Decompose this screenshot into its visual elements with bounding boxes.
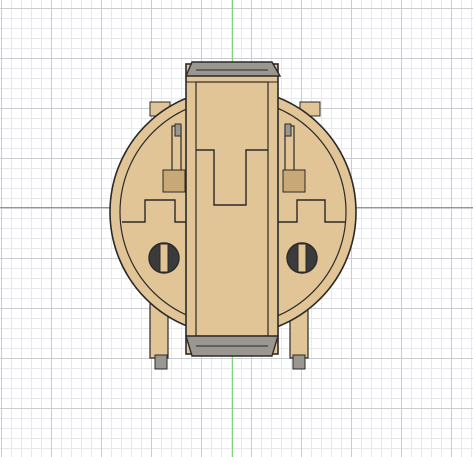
bottom-cap[interactable]	[185, 335, 279, 357]
left-screw[interactable]	[148, 242, 180, 274]
right-screw[interactable]	[286, 242, 318, 274]
cad-viewport[interactable]	[0, 0, 473, 457]
top-cap[interactable]	[184, 61, 282, 77]
center-column[interactable]	[185, 63, 279, 355]
3d-model[interactable]	[0, 0, 473, 457]
